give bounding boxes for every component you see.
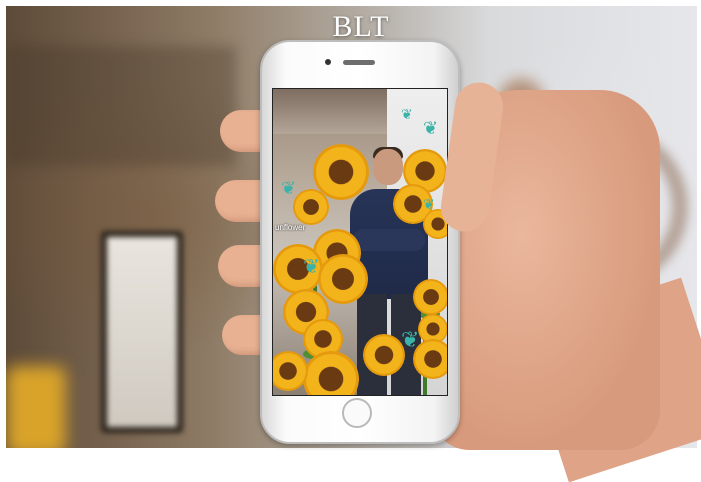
phone-screen[interactable]: ❦ ❦ ❦ ❦ ❦ ❦ unflower <box>272 88 448 396</box>
speaker-icon <box>343 60 375 65</box>
man-head <box>373 149 403 185</box>
butterfly-icon: ❦ <box>401 327 420 352</box>
ar-filter-label: unflower <box>275 223 306 232</box>
butterfly-icon: ❦ <box>401 106 413 122</box>
sunflower <box>303 351 359 395</box>
background-flowers <box>6 366 66 448</box>
butterfly-icon: ❦ <box>423 196 435 212</box>
sunflower <box>293 189 329 225</box>
home-button-icon[interactable] <box>342 398 372 428</box>
sunflower <box>318 254 368 304</box>
sunflower <box>413 279 447 315</box>
background-shelf <box>6 46 236 166</box>
background-window <box>101 231 183 433</box>
butterfly-icon: ❦ <box>281 178 297 198</box>
butterfly-icon: ❦ <box>423 118 439 138</box>
sunflower <box>363 334 405 376</box>
sunflower <box>273 351 308 391</box>
butterfly-icon: ❦ <box>303 256 320 278</box>
camera-icon <box>325 59 331 65</box>
brand-logo: BLT <box>332 10 390 43</box>
man-arms <box>353 229 425 251</box>
